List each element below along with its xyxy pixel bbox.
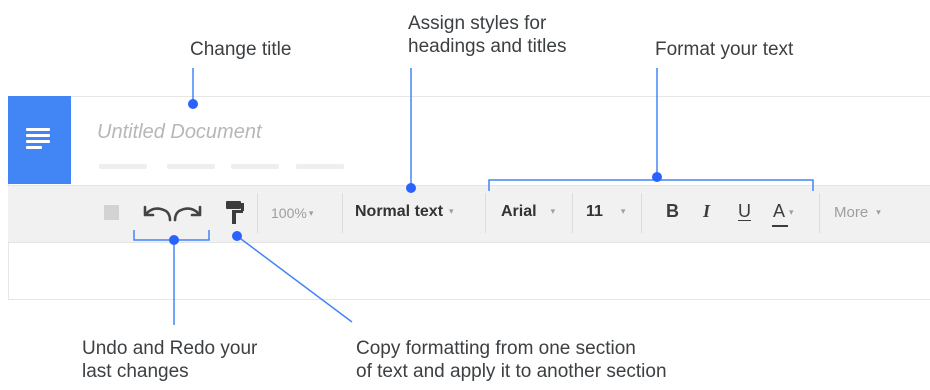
callout-dot [406, 183, 416, 193]
callout-dot [232, 231, 242, 241]
annotation-paint-format-line2: of text and apply it to another section [356, 361, 667, 382]
callout-dot [169, 235, 179, 245]
callout-dot [188, 99, 198, 109]
annotation-paint-format: Copy formatting from one section of text… [356, 337, 667, 383]
callout-lines [133, 68, 814, 325]
annotation-undo-redo-line2: last changes [82, 361, 189, 382]
callout-dot [652, 172, 662, 182]
annotation-undo-redo-line1: Undo and Redo your [82, 338, 258, 359]
annotation-paint-format-line1: Copy formatting from one section [356, 338, 636, 359]
annotation-undo-redo: Undo and Redo your last changes [82, 337, 257, 383]
